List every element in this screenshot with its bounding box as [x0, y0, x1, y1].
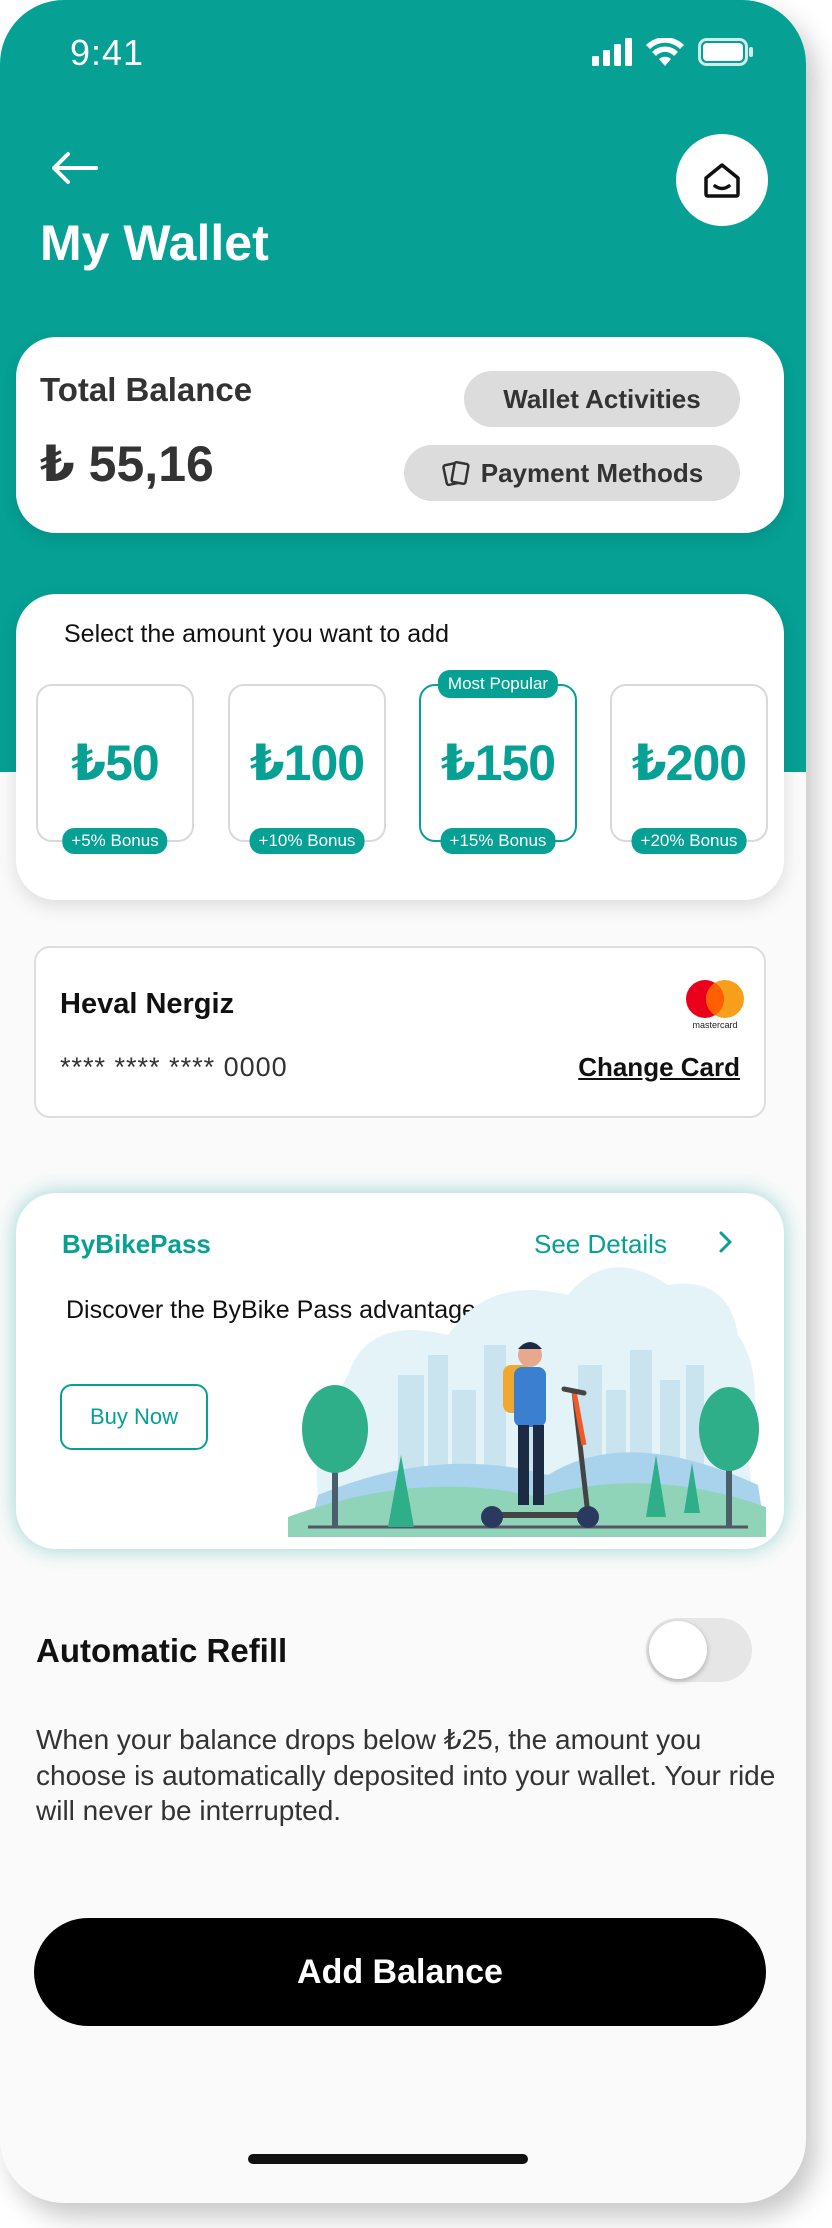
- amount-selection-title: Select the amount you want to add: [64, 620, 449, 648]
- buy-now-button[interactable]: Buy Now: [60, 1384, 208, 1450]
- amount-value: ₺200: [631, 735, 747, 791]
- total-balance-value: ₺ 55,16: [40, 436, 214, 492]
- amount-option-150[interactable]: Most Popular ₺150 +15% Bonus: [419, 670, 577, 854]
- wallet-activities-label: Wallet Activities: [503, 383, 701, 414]
- card-holder-name: Heval Nergiz: [60, 988, 235, 1020]
- battery-icon: [698, 38, 753, 66]
- page-title: My Wallet: [40, 215, 269, 271]
- home-indicator: [248, 2154, 528, 2164]
- wallet-activities-button[interactable]: Wallet Activities: [464, 371, 740, 427]
- toggle-knob: [649, 1621, 707, 1679]
- scooter-rider-illustration: [288, 1267, 766, 1537]
- home-icon: [704, 163, 740, 198]
- change-card-link[interactable]: Change Card: [578, 1052, 740, 1083]
- status-time: 9:41: [70, 32, 145, 73]
- total-balance-label: Total Balance: [40, 371, 253, 408]
- payment-methods-label: Payment Methods: [480, 457, 704, 488]
- amount-value: ₺50: [71, 735, 159, 791]
- payment-card: Heval Nergiz **** **** **** 0000 Change …: [34, 946, 766, 1118]
- mastercard-text: mastercard: [692, 1020, 737, 1030]
- cards-icon: [441, 461, 470, 487]
- status-icons: [592, 38, 754, 66]
- phone-screen: 9:41 My Wallet Total Balance ₺ 55,16 Wal…: [0, 0, 806, 2203]
- amount-selection-card: Select the amount you want to add ₺50 +5…: [16, 594, 784, 900]
- add-balance-button[interactable]: Add Balance: [34, 1918, 766, 2026]
- amount-option-200[interactable]: ₺200 +20% Bonus: [610, 684, 768, 854]
- payment-methods-button[interactable]: Payment Methods: [404, 445, 740, 501]
- back-arrow-icon[interactable]: [50, 150, 98, 186]
- home-button[interactable]: [676, 134, 768, 226]
- amount-option-50[interactable]: ₺50 +5% Bonus: [36, 684, 194, 854]
- balance-card: Total Balance ₺ 55,16 Wallet Activities …: [16, 337, 784, 533]
- bonus-badge: +5% Bonus: [62, 828, 168, 854]
- signal-icon: [592, 38, 632, 66]
- mastercard-logo: mastercard: [686, 980, 744, 1030]
- bonus-badge: +20% Bonus: [631, 828, 747, 854]
- bybike-pass-card: ByBikePass See Details Discover the ByBi…: [16, 1193, 784, 1549]
- most-popular-badge: Most Popular: [437, 670, 559, 698]
- bonus-badge: +15% Bonus: [440, 828, 556, 854]
- bonus-badge: +10% Bonus: [249, 828, 365, 854]
- automatic-refill-title: Automatic Refill: [36, 1632, 288, 1669]
- amount-value: ₺100: [249, 735, 365, 791]
- automatic-refill-description: When your balance drops below ₺25, the a…: [36, 1724, 776, 1827]
- wifi-icon: [646, 38, 684, 66]
- automatic-refill-toggle[interactable]: [646, 1618, 752, 1682]
- pass-title: ByBikePass: [62, 1229, 211, 1259]
- card-number: **** **** **** 0000: [60, 1052, 288, 1082]
- amount-option-100[interactable]: ₺100 +10% Bonus: [228, 684, 386, 854]
- amount-value: ₺150: [440, 735, 556, 791]
